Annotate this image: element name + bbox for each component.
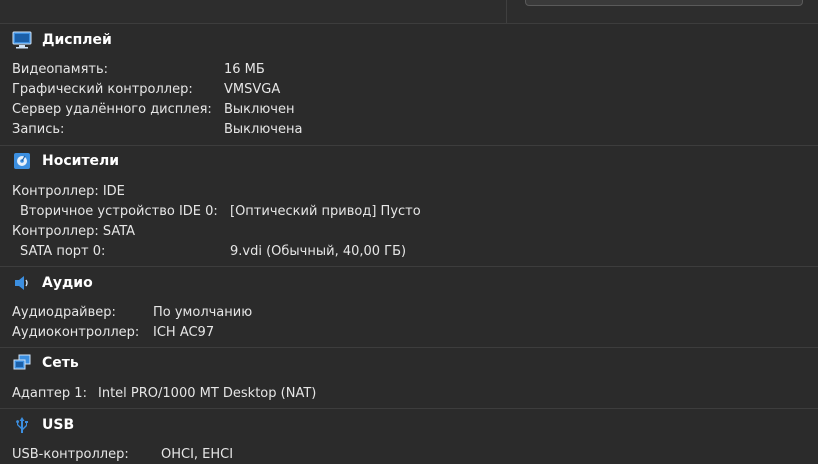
row-value: 16 МБ	[224, 62, 265, 77]
section-divider	[0, 266, 818, 267]
row-label: Запись:	[12, 122, 65, 137]
monitor-icon	[12, 31, 32, 49]
audio-title: Аудио	[42, 275, 93, 291]
display-title: Дисплей	[42, 32, 112, 48]
row-label: Аудиоконтроллер:	[12, 325, 140, 340]
top-strip	[0, 0, 818, 23]
preview-frame	[525, 0, 803, 6]
row-label: Сервер удалённого дисплея:	[12, 102, 212, 117]
display-section-header[interactable]: Дисплей	[12, 30, 112, 50]
audio-row-driver: Аудиодрайвер: По умолчанию	[12, 303, 252, 322]
row-value: OHCI, EHCI	[161, 447, 234, 462]
preview-panel	[506, 0, 818, 23]
usb-title: USB	[42, 417, 75, 433]
section-divider	[0, 347, 818, 348]
row-value: VMSVGA	[224, 82, 281, 97]
row-value: Выключен	[224, 102, 295, 117]
audio-row-controller: Аудиоконтроллер: ICH AC97	[12, 323, 214, 342]
row-value: Intel PRO/1000 MT Desktop (NAT)	[98, 386, 317, 401]
usb-section-header[interactable]: USB	[12, 415, 74, 435]
display-row-remote: Сервер удалённого дисплея: Выключен	[12, 100, 294, 119]
row-label: Контроллер: SATA	[12, 224, 136, 239]
network-section-header[interactable]: Сеть	[12, 353, 79, 373]
display-row-recording: Запись: Выключена	[12, 120, 302, 139]
row-label: Аудиодрайвер:	[12, 305, 116, 320]
row-label: USB-контроллер:	[12, 447, 129, 462]
storage-title: Носители	[42, 153, 120, 169]
usb-icon	[12, 416, 32, 434]
network-title: Сеть	[42, 355, 79, 371]
storage-row-sata-port: SATA порт 0: 9.vdi (Обычный, 40,00 ГБ)	[20, 242, 406, 261]
speaker-icon	[12, 274, 32, 292]
row-label: Графический контроллер:	[12, 82, 193, 97]
row-value: [Оптический привод] Пусто	[230, 204, 421, 219]
row-label: Адаптер 1:	[12, 386, 87, 401]
row-label: Видеопамять:	[12, 62, 109, 77]
row-value: ICH AC97	[153, 325, 215, 340]
network-icon	[12, 354, 32, 372]
section-divider	[0, 408, 818, 409]
display-row-videomem: Видеопамять: 16 МБ	[12, 60, 265, 79]
audio-section-header[interactable]: Аудио	[12, 273, 93, 293]
disk-icon	[12, 152, 32, 170]
section-divider	[0, 23, 818, 24]
row-value: 9.vdi (Обычный, 40,00 ГБ)	[230, 244, 407, 259]
storage-row-sata: Контроллер: SATA	[12, 222, 135, 241]
section-divider	[0, 145, 818, 146]
row-label: SATA порт 0:	[20, 244, 106, 259]
usb-row-controller: USB-контроллер: OHCI, EHCI	[12, 445, 233, 464]
storage-section-header[interactable]: Носители	[12, 151, 119, 171]
display-row-controller: Графический контроллер: VMSVGA	[12, 80, 280, 99]
row-value: Выключена	[224, 122, 303, 137]
row-value: По умолчанию	[153, 305, 253, 320]
row-label: Контроллер: IDE	[12, 184, 125, 199]
storage-row-ide: Контроллер: IDE	[12, 182, 125, 201]
network-row-adapter1: Адаптер 1: Intel PRO/1000 MT Desktop (NA…	[12, 384, 316, 403]
storage-row-ide-device: Вторичное устройство IDE 0: [Оптический …	[20, 202, 421, 221]
row-label: Вторичное устройство IDE 0:	[20, 204, 218, 219]
